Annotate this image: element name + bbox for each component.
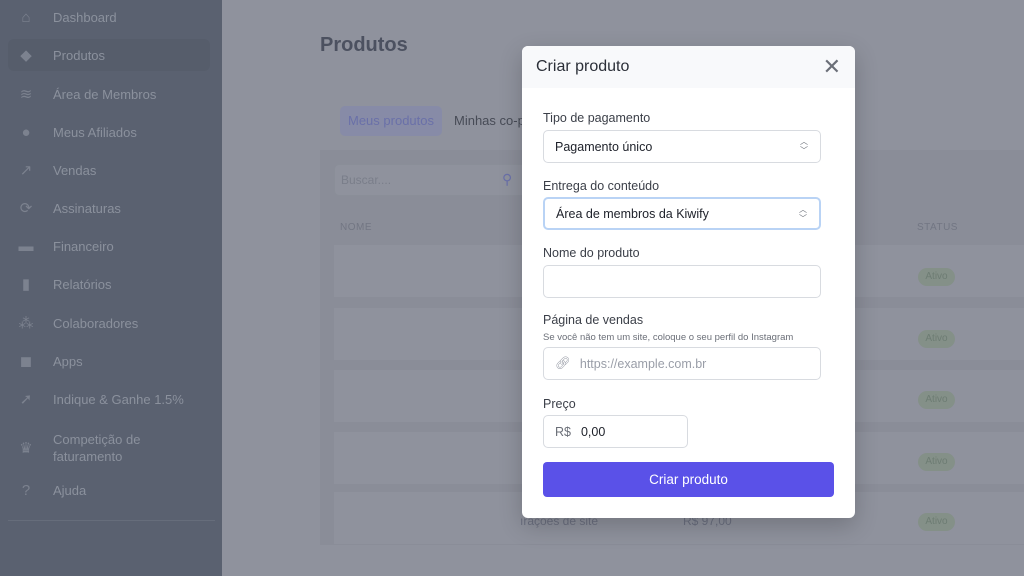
sidebar-item-label: Apps xyxy=(53,353,83,369)
bar-chart-icon: ▮ xyxy=(21,276,31,293)
sidebar-item-0[interactable]: ⌂ Dashboard xyxy=(8,1,210,33)
trending-up-icon: ↗ xyxy=(19,162,33,179)
help-circle-icon: ? xyxy=(21,481,31,499)
sales-page-input[interactable]: 🔗︎ https://example.com.br xyxy=(543,347,821,380)
sidebar-item-12[interactable]: ? Ajuda xyxy=(8,474,210,506)
sidebar-item-label: Colaboradores xyxy=(53,315,139,331)
sales-page-label: Página de vendas xyxy=(543,313,644,327)
sidebar-item-label: Área de Membros xyxy=(53,86,157,102)
price-value: 0,00 xyxy=(580,424,606,439)
user-icon: ● xyxy=(21,123,31,141)
tab-meus-produtos[interactable]: Meus produtos xyxy=(340,106,442,136)
sidebar-item-4[interactable]: ↗ Vendas xyxy=(8,154,210,186)
currency-prefix: R$ xyxy=(555,424,571,439)
users-icon: ⁂ xyxy=(18,315,34,332)
sidebar-item-1[interactable]: ◆ Produtos xyxy=(8,39,210,71)
sidebar-item-label: Dashboard xyxy=(53,9,117,25)
divider xyxy=(8,520,215,521)
status-badge: Ativo xyxy=(918,268,955,286)
close-icon[interactable]: ✕ xyxy=(823,56,841,78)
status-badge: Ativo xyxy=(918,330,955,348)
sidebar-item-label: Produtos xyxy=(53,47,106,63)
sidebar-item-11[interactable]: ♛ Competição de faturamento xyxy=(8,428,210,468)
payment-type-label: Tipo de pagamento xyxy=(543,111,651,125)
page-title: Produtos xyxy=(320,34,408,56)
create-product-button[interactable]: Criar produto xyxy=(543,462,834,497)
status-badge: Ativo xyxy=(918,513,955,531)
credit-card-icon: ▬ xyxy=(18,237,34,255)
chevron-up-down-icon: ︿ ﹀ xyxy=(800,137,808,155)
sales-page-placeholder: https://example.com.br xyxy=(579,356,707,371)
product-name-label: Nome do produto xyxy=(543,246,640,260)
delivery-label: Entrega do conteúdo xyxy=(543,179,660,193)
column-status: STATUS xyxy=(917,222,958,233)
sidebar-item-label: Assinaturas xyxy=(53,200,121,216)
tag-icon: ◆ xyxy=(20,47,32,64)
sidebar-item-8[interactable]: ⁂ Colaboradores xyxy=(8,307,210,339)
sidebar: ⌂ Dashboard ◆ Produtos ≋ Área de Membros ● Meus… xyxy=(0,0,222,576)
modal-title: Criar produto xyxy=(536,58,630,75)
sidebar-item-label: Meus Afiliados xyxy=(53,124,137,140)
cube-icon: ◼ xyxy=(19,353,33,370)
sidebar-item-label: Ajuda xyxy=(53,482,87,498)
graduation-cap-icon: ≋ xyxy=(19,86,33,103)
home-icon: ⌂ xyxy=(21,8,31,26)
create-product-modal: Criar produto ✕ Tipo de pagamento Pagame… xyxy=(522,46,855,518)
sidebar-item-label: Financeiro xyxy=(53,238,114,254)
sidebar-item-2[interactable]: ≋ Área de Membros xyxy=(8,78,210,110)
link-icon: 🔗︎ xyxy=(555,356,571,370)
payment-type-select[interactable]: Pagamento único ︿ ﹀ xyxy=(543,130,821,163)
sidebar-item-10[interactable]: ➚ Indique & Ganhe 1.5% xyxy=(8,383,210,415)
status-badge: Ativo xyxy=(918,453,955,471)
product-name-input[interactable] xyxy=(543,265,821,298)
sidebar-item-label: Indique & Ganhe 1.5% xyxy=(53,391,184,407)
sidebar-item-5[interactable]: ⟳ Assinaturas xyxy=(8,192,210,224)
search-icon[interactable]: ⚲ xyxy=(502,171,512,188)
delivery-select[interactable]: Área de membros da Kiwify ︿ ﹀ xyxy=(543,197,821,230)
column-nome: NOME xyxy=(340,222,372,233)
cursor-click-icon: ➚ xyxy=(19,391,33,408)
sidebar-item-3[interactable]: ● Meus Afiliados xyxy=(8,116,210,148)
refresh-icon: ⟳ xyxy=(19,200,33,217)
payment-type-value: Pagamento único xyxy=(555,139,653,154)
sidebar-item-label: Competição de faturamento xyxy=(53,432,141,464)
status-badge: Ativo xyxy=(918,391,955,409)
sidebar-item-7[interactable]: ▮ Relatórios xyxy=(8,268,210,300)
sales-page-hint: Se você não tem um site, coloque o seu p… xyxy=(543,332,794,343)
sidebar-item-9[interactable]: ◼ Apps xyxy=(8,345,210,377)
price-input[interactable]: R$ 0,00 xyxy=(543,415,688,448)
trophy-icon: ♛ xyxy=(19,440,33,457)
sidebar-item-label: Vendas xyxy=(53,162,97,178)
tab-minhas-coproducoes[interactable]: Minhas co-p xyxy=(446,106,533,136)
sidebar-item-6[interactable]: ▬ Financeiro xyxy=(8,230,210,262)
sidebar-item-label: Relatórios xyxy=(53,276,112,292)
delivery-value: Área de membros da Kiwify xyxy=(556,206,709,221)
chevron-up-down-icon: ︿ ﹀ xyxy=(799,205,807,223)
price-label: Preço xyxy=(543,397,576,411)
